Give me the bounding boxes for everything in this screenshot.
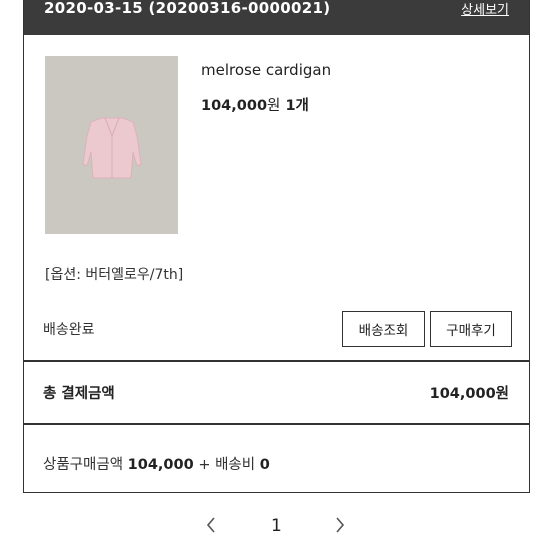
- summary-product-amount: 104,000: [127, 457, 194, 473]
- cardigan-icon: [45, 56, 178, 234]
- product-quantity: 1개: [285, 98, 309, 114]
- detail-link[interactable]: 상세보기: [461, 0, 509, 18]
- chevron-left-icon[interactable]: [205, 515, 217, 540]
- payment-summary: 상품구매금액 104,000 + 배송비 0: [43, 453, 270, 474]
- order-card: 2020-03-15 (20200316-0000021) 상세보기 melro…: [23, 0, 530, 493]
- summary-plus-shipping: + 배송비: [198, 457, 256, 473]
- track-delivery-button[interactable]: 배송조회: [342, 311, 425, 347]
- price-unit: 원: [267, 98, 281, 114]
- order-header: 2020-03-15 (20200316-0000021) 상세보기: [24, 0, 529, 35]
- price-value: 104,000: [201, 98, 268, 114]
- order-date: 2020-03-15 (20200316-0000021): [44, 0, 331, 17]
- product-price: 104,000원 1개: [201, 94, 309, 115]
- delivery-status: 배송완료: [43, 322, 95, 338]
- divider: [24, 360, 529, 362]
- chevron-right-icon[interactable]: [334, 515, 346, 540]
- write-review-button[interactable]: 구매후기: [430, 311, 512, 347]
- pagination: 1: [0, 513, 554, 541]
- product-option: [옵션: 버터옐로우/7th]: [45, 267, 184, 283]
- divider: [24, 423, 529, 425]
- product-name[interactable]: melrose cardigan: [201, 61, 331, 79]
- summary-shipping: 0: [259, 457, 270, 473]
- summary-prefix: 상품구매금액: [43, 457, 124, 473]
- total-label: 총 결제금액: [43, 386, 115, 402]
- product-image[interactable]: [45, 56, 178, 234]
- total-value: 104,000원: [429, 386, 509, 402]
- page-number-current[interactable]: 1: [271, 516, 282, 536]
